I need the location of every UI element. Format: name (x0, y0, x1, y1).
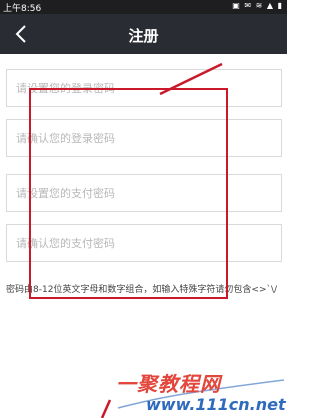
login-password-field[interactable] (6, 69, 282, 107)
confirm-pay-password-field[interactable] (6, 224, 282, 262)
page-title: 注册 (128, 27, 159, 45)
status-bar: 上午8:56 ▣ ✉ ≋ ▲ ▮ (0, 0, 287, 14)
app-bar: 注册 (0, 14, 287, 54)
watermark-url: www.111cn.net (146, 395, 286, 414)
confirm-login-password-input[interactable] (7, 120, 281, 156)
password-hint: 密码由8-12位英文字母和数字组合，如输入特殊字符请勿包含<>`\/ (6, 285, 278, 295)
pay-password-input[interactable] (7, 175, 281, 211)
confirm-pay-password-input[interactable] (7, 225, 281, 261)
watermark: 一聚教程网 www.111cn.net (116, 368, 286, 416)
status-time: 上午8:56 (3, 4, 42, 14)
watermark-logo-text: 一聚教程网 (116, 372, 221, 396)
status-icons: ▣ ✉ ≋ ▲ ▮ (232, 1, 283, 10)
pay-password-field[interactable] (6, 174, 282, 212)
login-password-input[interactable] (7, 70, 281, 106)
confirm-login-password-field[interactable] (6, 119, 282, 157)
